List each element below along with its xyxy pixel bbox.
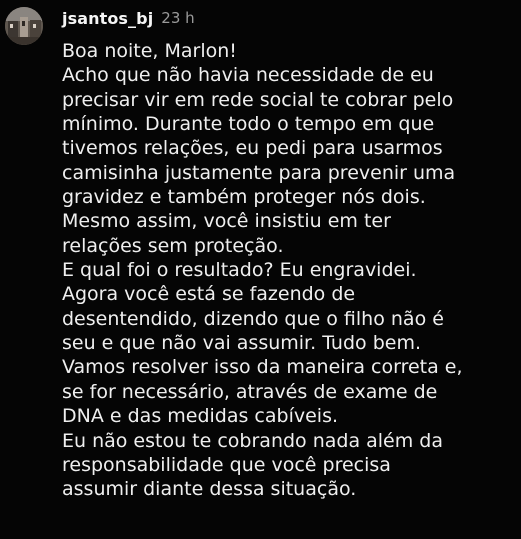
comment-line: responsabilidade que você precisa bbox=[62, 453, 391, 476]
comment-line: camisinha justamente para prevenir uma bbox=[62, 161, 456, 184]
comment-line: precisar vir em rede social te cobrar pe… bbox=[62, 88, 454, 111]
comment-line: E qual foi o resultado? Eu engravidei. bbox=[62, 259, 417, 282]
comment-line: desentendido, dizendo que o filho não é bbox=[62, 307, 444, 330]
comment-line: seu e que não vai assumir. Tudo bem. bbox=[62, 332, 421, 355]
comment-line: Acho que não havia necessidade de eu bbox=[62, 64, 434, 87]
comment-line: Agora você está se fazendo de bbox=[62, 283, 356, 306]
comment: jsantos_bj 23 h Boa noite, Marlon! Acho … bbox=[0, 0, 521, 539]
comment-line: mínimo. Durante todo o tempo em que bbox=[62, 113, 435, 136]
comment-line: gravidez e também proteger nós dois. bbox=[62, 186, 426, 209]
comment-line: Eu não estou te cobrando nada além da bbox=[62, 429, 444, 452]
comment-line: tivemos relações, eu pedi para usarmos bbox=[62, 137, 443, 160]
comment-text: Boa noite, Marlon! Acho que não havia ne… bbox=[62, 39, 518, 502]
username[interactable]: jsantos_bj bbox=[62, 9, 153, 28]
comment-line: DNA e das medidas cabíveis. bbox=[62, 405, 339, 428]
comment-line: Mesmo assim, você insistiu em ter bbox=[62, 210, 391, 233]
comment-line: Boa noite, Marlon! bbox=[62, 40, 237, 62]
comment-line: assumir diante dessa situação. bbox=[62, 478, 357, 501]
comment-line: se for necessário, através de exame de bbox=[62, 380, 438, 403]
avatar[interactable] bbox=[5, 7, 43, 45]
timestamp: 23 h bbox=[161, 9, 195, 27]
comment-line: Vamos resolver isso da maneira correta e… bbox=[62, 356, 463, 379]
comment-line: relações sem proteção. bbox=[62, 234, 284, 257]
profile-avatar-icon bbox=[5, 7, 43, 45]
comment-header: jsantos_bj 23 h bbox=[62, 5, 195, 31]
